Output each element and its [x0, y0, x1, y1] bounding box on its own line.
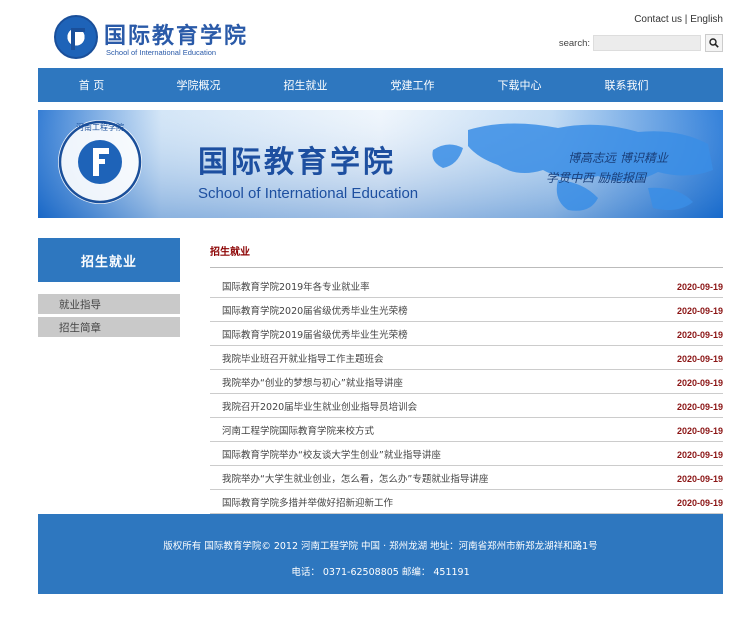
site-logo[interactable]: 国际教育学院 School of International Education: [54, 15, 254, 61]
search-icon: [709, 38, 719, 48]
sidebar-title: 招生就业: [38, 238, 180, 282]
news-title-link[interactable]: 我院举办“创业的梦想与初心”就业指导讲座: [222, 375, 403, 389]
list-item[interactable]: 河南工程学院国际教育学院来校方式 2020-09-19: [210, 419, 723, 442]
seal-text: 河南工程学院: [76, 122, 124, 132]
banner-motto-2: 学贯中西 励能报国: [546, 171, 648, 185]
banner: 河南工程学院 国际教育学院 School of International Ed…: [38, 110, 723, 218]
top-links: Contact us | English: [634, 14, 723, 25]
site-footer: 版权所有 国际教育学院© 2012 河南工程学院 中国 · 郑州龙湖 地址：河南…: [38, 514, 723, 594]
search-bar: search:: [558, 34, 723, 52]
sidebar-item-career-guidance[interactable]: 就业指导: [38, 294, 180, 314]
search-input[interactable]: [593, 35, 701, 51]
news-date: 2020-09-19: [676, 306, 723, 316]
news-title-link[interactable]: 河南工程学院国际教育学院来校方式: [222, 423, 374, 437]
list-item[interactable]: 我院举办“大学生就业创业，怎么看，怎么办”专题就业指导讲座 2020-09-19: [210, 467, 723, 490]
news-date: 2020-09-19: [676, 330, 723, 340]
news-date: 2020-09-19: [676, 426, 723, 436]
news-date: 2020-09-19: [676, 498, 723, 508]
news-date: 2020-09-19: [676, 282, 723, 292]
news-date: 2020-09-19: [676, 354, 723, 364]
banner-title-cn: 国际教育学院: [198, 145, 396, 180]
news-title-link[interactable]: 我院召开2020届毕业生就业创业指导员培训会: [222, 399, 417, 413]
news-date: 2020-09-19: [676, 378, 723, 388]
list-item[interactable]: 国际教育学院举办“校友谈大学生创业”就业指导讲座 2020-09-19: [210, 443, 723, 466]
nav-downloads[interactable]: 下载中心: [466, 77, 573, 93]
list-item[interactable]: 国际教育学院多措并举做好招新迎新工作 2020-09-19: [210, 491, 723, 514]
list-item[interactable]: 国际教育学院2019届省级优秀毕业生光荣榜 2020-09-19: [210, 323, 723, 346]
news-date: 2020-09-19: [676, 450, 723, 460]
nav-about[interactable]: 学院概况: [145, 77, 252, 93]
list-item[interactable]: 国际教育学院2020届省级优秀毕业生光荣榜 2020-09-19: [210, 299, 723, 322]
footer-copyright: 版权所有 国际教育学院© 2012 河南工程学院 中国 · 郑州龙湖 地址：河南…: [163, 541, 598, 552]
banner-motto-1: 博高志远 博识精业: [568, 151, 669, 165]
banner-image: 河南工程学院 国际教育学院 School of International Ed…: [38, 110, 723, 218]
news-title-link[interactable]: 国际教育学院举办“校友谈大学生创业”就业指导讲座: [222, 447, 441, 461]
contact-us-link[interactable]: Contact us: [634, 14, 682, 25]
nav-home[interactable]: 首 页: [38, 77, 145, 93]
site-header: 国际教育学院 School of International Education…: [38, 0, 723, 68]
list-item[interactable]: 我院召开2020届毕业生就业创业指导员培训会 2020-09-19: [210, 395, 723, 418]
news-title-link[interactable]: 我院举办“大学生就业创业，怎么看，怎么办”专题就业指导讲座: [222, 471, 488, 485]
footer-contact: 电话： 0371-62508805 邮编： 451191: [291, 567, 470, 578]
list-item[interactable]: 我院举办“创业的梦想与初心”就业指导讲座 2020-09-19: [210, 371, 723, 394]
school-seal-icon: [58, 120, 142, 204]
news-date: 2020-09-19: [676, 474, 723, 484]
nav-party-building[interactable]: 党建工作: [359, 77, 466, 93]
news-section: 招生就业 国际教育学院2019年各专业就业率 2020-09-19 国际教育学院20…: [210, 240, 723, 515]
main-nav: 首 页 学院概况 招生就业 党建工作 下载中心 联系我们: [38, 68, 723, 102]
school-emblem-icon: [54, 15, 98, 59]
link-separator: |: [684, 14, 688, 25]
section-divider: [210, 267, 723, 268]
news-title-link[interactable]: 国际教育学院多措并举做好招新迎新工作: [222, 495, 393, 509]
section-title: 招生就业: [210, 246, 250, 258]
search-label: search:: [558, 37, 590, 49]
news-title-link[interactable]: 我院毕业班召开就业指导工作主题班会: [222, 351, 384, 365]
news-list: 国际教育学院2019年各专业就业率 2020-09-19 国际教育学院2020届省级…: [210, 275, 723, 514]
nav-admissions[interactable]: 招生就业: [252, 77, 359, 93]
sidebar-item-admissions-brochure[interactable]: 招生简章: [38, 317, 180, 337]
news-date: 2020-09-19: [676, 402, 723, 412]
list-item[interactable]: 国际教育学院2019年各专业就业率 2020-09-19: [210, 275, 723, 298]
english-link[interactable]: English: [690, 14, 723, 25]
news-title-link[interactable]: 国际教育学院2020届省级优秀毕业生光荣榜: [222, 303, 408, 317]
list-item[interactable]: 我院毕业班召开就业指导工作主题班会 2020-09-19: [210, 347, 723, 370]
news-title-link[interactable]: 国际教育学院2019年各专业就业率: [222, 279, 370, 293]
logo-title-en: School of International Education: [106, 48, 217, 57]
sidebar-menu: 就业指导 招生简章: [38, 294, 180, 337]
logo-title-cn: 国际教育学院: [104, 23, 249, 49]
nav-contact[interactable]: 联系我们: [573, 77, 680, 93]
news-title-link[interactable]: 国际教育学院2019届省级优秀毕业生光荣榜: [222, 327, 408, 341]
search-button[interactable]: [705, 34, 723, 52]
banner-title-en: School of International Education: [198, 185, 418, 202]
sidebar: 招生就业 就业指导 招生简章: [38, 238, 180, 340]
